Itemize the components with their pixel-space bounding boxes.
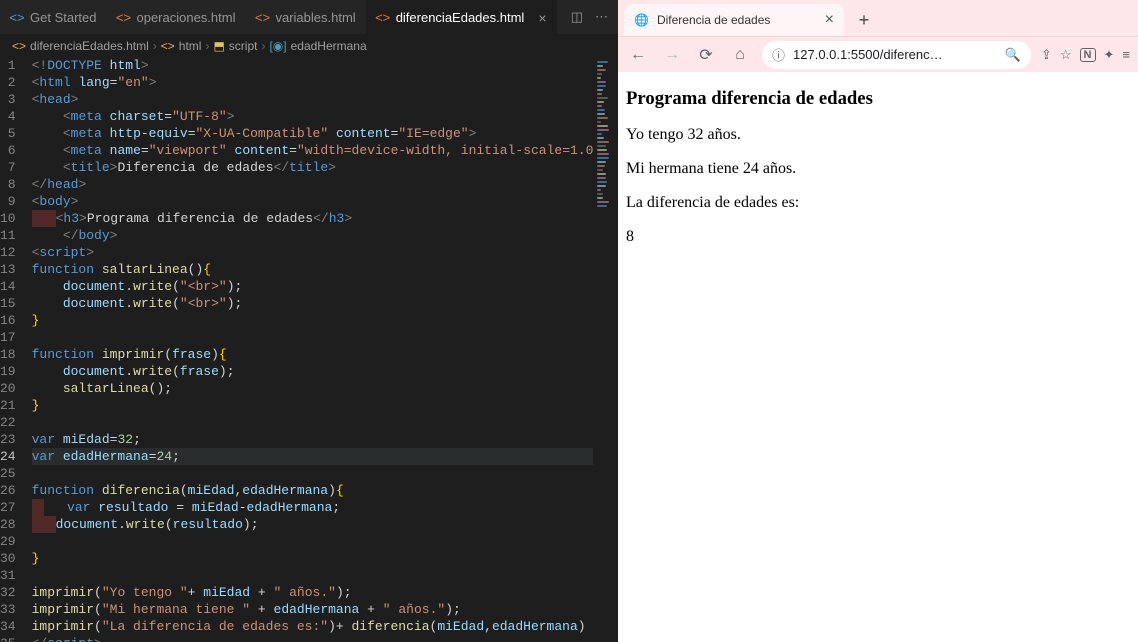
code-area[interactable]: <!DOCTYPE html><html lang="en"><head> <m… (32, 57, 594, 642)
minimap[interactable] (593, 57, 618, 642)
breadcrumb-file: diferenciaEdades.html (30, 39, 149, 53)
code-line[interactable]: document.write("<br>"); (32, 278, 594, 295)
tab-label: variables.html (275, 10, 355, 25)
page-text: Yo tengo 32 años. (626, 126, 1130, 144)
code-line[interactable]: </head> (32, 176, 594, 193)
home-button[interactable]: ⌂ (728, 43, 752, 67)
share-icon[interactable]: ⇪ (1041, 47, 1052, 63)
split-editor-icon[interactable]: ◫ (571, 9, 583, 25)
url-bar[interactable]: ⓘ 127.0.0.1:5500/diferenc… 🔍 (762, 41, 1031, 69)
html-icon: <> (161, 39, 175, 53)
browser-tab[interactable]: 🌐 Diferencia de edades × (624, 4, 844, 36)
url-text: 127.0.0.1:5500/diferenc… (793, 47, 943, 62)
tab-label: Get Started (30, 10, 96, 25)
code-line[interactable]: var miEdad=32; (32, 431, 594, 448)
menu-icon[interactable]: ≡ (1122, 47, 1130, 62)
breadcrumb[interactable]: <> diferenciaEdades.html › <> html › ⬒ s… (0, 35, 618, 57)
close-icon[interactable]: × (538, 10, 546, 26)
code-line[interactable]: imprimir("Yo tengo "+ miEdad + " años.")… (32, 584, 594, 601)
vscode-editor: <> Get Started <> operaciones.html <> variabl… (0, 0, 618, 642)
code-line[interactable]: var resultado = miEdad-edadHermana; (32, 499, 594, 516)
editor-tab[interactable]: <> operaciones.html (106, 0, 245, 35)
file-icon: <> (12, 39, 26, 53)
more-icon[interactable]: ⋯ (595, 9, 608, 25)
code-line[interactable]: </body> (32, 227, 594, 244)
code-line[interactable]: document.write("<br>"); (32, 295, 594, 312)
browser-page: Programa diferencia de edades Yo tengo 3… (618, 72, 1138, 642)
code-line[interactable]: <title>Diferencia de edades</title> (32, 159, 594, 176)
code-line[interactable]: <html lang="en"> (32, 74, 594, 91)
code-line[interactable]: </script> (32, 635, 594, 642)
code-line[interactable]: function imprimir(frase){ (32, 346, 594, 363)
code-line[interactable]: } (32, 312, 594, 329)
extensions-icon[interactable]: ✦ (1104, 47, 1115, 63)
new-tab-button[interactable]: + (850, 10, 878, 31)
editor-tab[interactable]: <> diferenciaEdades.html × (366, 0, 557, 35)
page-title: Programa diferencia de edades (626, 88, 1130, 110)
close-icon[interactable]: × (825, 11, 834, 29)
code-line[interactable] (32, 567, 594, 584)
forward-button[interactable]: → (660, 43, 684, 67)
vscode-icon: <> (10, 11, 24, 25)
code-line[interactable]: <head> (32, 91, 594, 108)
zoom-icon[interactable]: 🔍 (1005, 47, 1021, 63)
code-line[interactable]: function saltarLinea(){ (32, 261, 594, 278)
code-line[interactable] (32, 329, 594, 346)
back-button[interactable]: ← (626, 43, 650, 67)
tab-label: operaciones.html (136, 10, 235, 25)
code-line[interactable]: <h3>Programa diferencia de edades</h3> (32, 210, 594, 227)
html-icon: <> (255, 11, 269, 25)
code-line[interactable]: document.write(frase); (32, 363, 594, 380)
page-text: 8 (626, 228, 1130, 246)
code-line[interactable]: var edadHermana=24; (32, 448, 594, 465)
code-line[interactable]: document.write(resultado); (32, 516, 594, 533)
code-line[interactable]: <meta name="viewport" content="width=dev… (32, 142, 594, 159)
browser-toolbar: ← → ⟳ ⌂ ⓘ 127.0.0.1:5500/diferenc… 🔍 ⇪ ☆… (618, 36, 1138, 72)
browser-tabs: 🌐 Diferencia de edades × + (618, 0, 1138, 36)
info-icon[interactable]: ⓘ (772, 45, 785, 64)
code-line[interactable]: <meta charset="UTF-8"> (32, 108, 594, 125)
script-icon: ⬒ (213, 39, 224, 53)
code-line[interactable]: <!DOCTYPE html> (32, 57, 594, 74)
html-icon: <> (116, 11, 130, 25)
line-gutter: 1234567891011121314151617181920212223242… (0, 57, 32, 642)
code-editor[interactable]: 1234567891011121314151617181920212223242… (0, 57, 618, 642)
code-line[interactable]: saltarLinea(); (32, 380, 594, 397)
globe-icon: 🌐 (634, 13, 649, 27)
code-line[interactable]: imprimir("La diferencia de edades es:")+… (32, 618, 594, 635)
notion-icon[interactable]: N (1080, 48, 1096, 62)
browser-window: 🌐 Diferencia de edades × + ← → ⟳ ⌂ ⓘ 127… (618, 0, 1138, 642)
code-line[interactable]: <body> (32, 193, 594, 210)
editor-tab[interactable]: <> Get Started (0, 0, 106, 35)
reload-button[interactable]: ⟳ (694, 43, 718, 67)
code-line[interactable]: } (32, 550, 594, 567)
browser-tab-title: Diferencia de edades (657, 13, 770, 27)
page-text: La diferencia de edades es: (626, 194, 1130, 212)
editor-tabs: <> Get Started <> operaciones.html <> variabl… (0, 0, 618, 35)
html-icon: <> (376, 11, 390, 25)
star-icon[interactable]: ☆ (1060, 47, 1072, 63)
var-icon: [◉] (269, 39, 286, 53)
code-line[interactable] (32, 414, 594, 431)
code-line[interactable] (32, 533, 594, 550)
code-line[interactable]: function diferencia(miEdad,edadHermana){ (32, 482, 594, 499)
code-line[interactable] (32, 465, 594, 482)
code-line[interactable]: <script> (32, 244, 594, 261)
code-line[interactable]: imprimir("Mi hermana tiene " + edadHerma… (32, 601, 594, 618)
editor-tab[interactable]: <> variables.html (245, 0, 365, 35)
code-line[interactable]: <meta http-equiv="X-UA-Compatible" conte… (32, 125, 594, 142)
page-text: Mi hermana tiene 24 años. (626, 160, 1130, 178)
code-line[interactable]: } (32, 397, 594, 414)
tab-label: diferenciaEdades.html (396, 10, 525, 25)
